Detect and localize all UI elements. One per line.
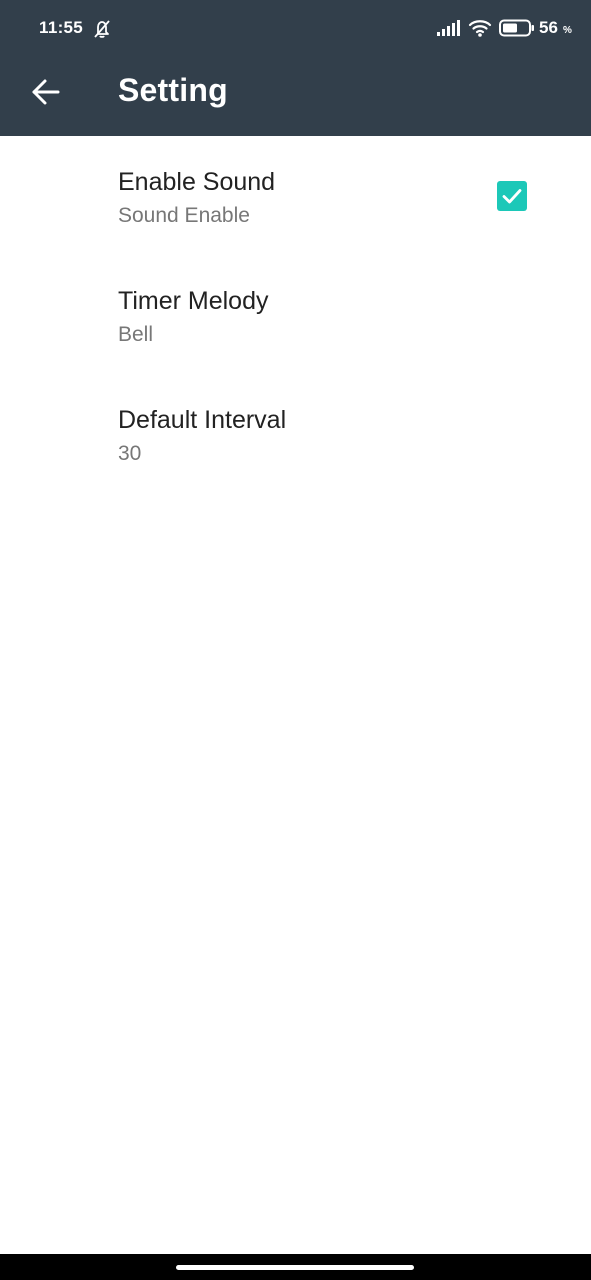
- wifi-icon: [468, 20, 492, 37]
- battery-level: 56: [539, 18, 558, 37]
- setting-title: Enable Sound: [118, 168, 276, 196]
- page-title: Setting: [118, 72, 228, 108]
- setting-enable-sound[interactable]: Enable Sound Sound Enable: [0, 136, 591, 255]
- enable-sound-checkbox[interactable]: [497, 181, 527, 211]
- settings-list: Enable Sound Sound Enable Timer Melody B…: [0, 136, 591, 493]
- status-bar: 11:55 56 %: [0, 0, 591, 58]
- battery-percent-unit: %: [563, 25, 572, 36]
- home-indicator[interactable]: [176, 1265, 414, 1270]
- arrow-left-icon: [32, 79, 60, 105]
- setting-summary: 30: [118, 442, 142, 465]
- battery-icon: [499, 19, 534, 37]
- check-icon: [502, 189, 522, 204]
- app-bar: Setting: [0, 58, 591, 136]
- status-time: 11:55: [39, 18, 84, 37]
- alarm-off-icon: [94, 20, 110, 38]
- navigation-bar: [0, 1254, 591, 1280]
- setting-summary: Sound Enable: [118, 204, 250, 227]
- signal-icon: [437, 20, 460, 36]
- setting-default-interval[interactable]: Default Interval 30: [0, 374, 591, 493]
- top-bar: 11:55 56 % Setting: [0, 0, 591, 136]
- setting-timer-melody[interactable]: Timer Melody Bell: [0, 255, 591, 374]
- setting-title: Default Interval: [118, 406, 287, 434]
- setting-summary: Bell: [118, 323, 154, 346]
- back-button[interactable]: [22, 68, 70, 116]
- setting-title: Timer Melody: [118, 287, 269, 315]
